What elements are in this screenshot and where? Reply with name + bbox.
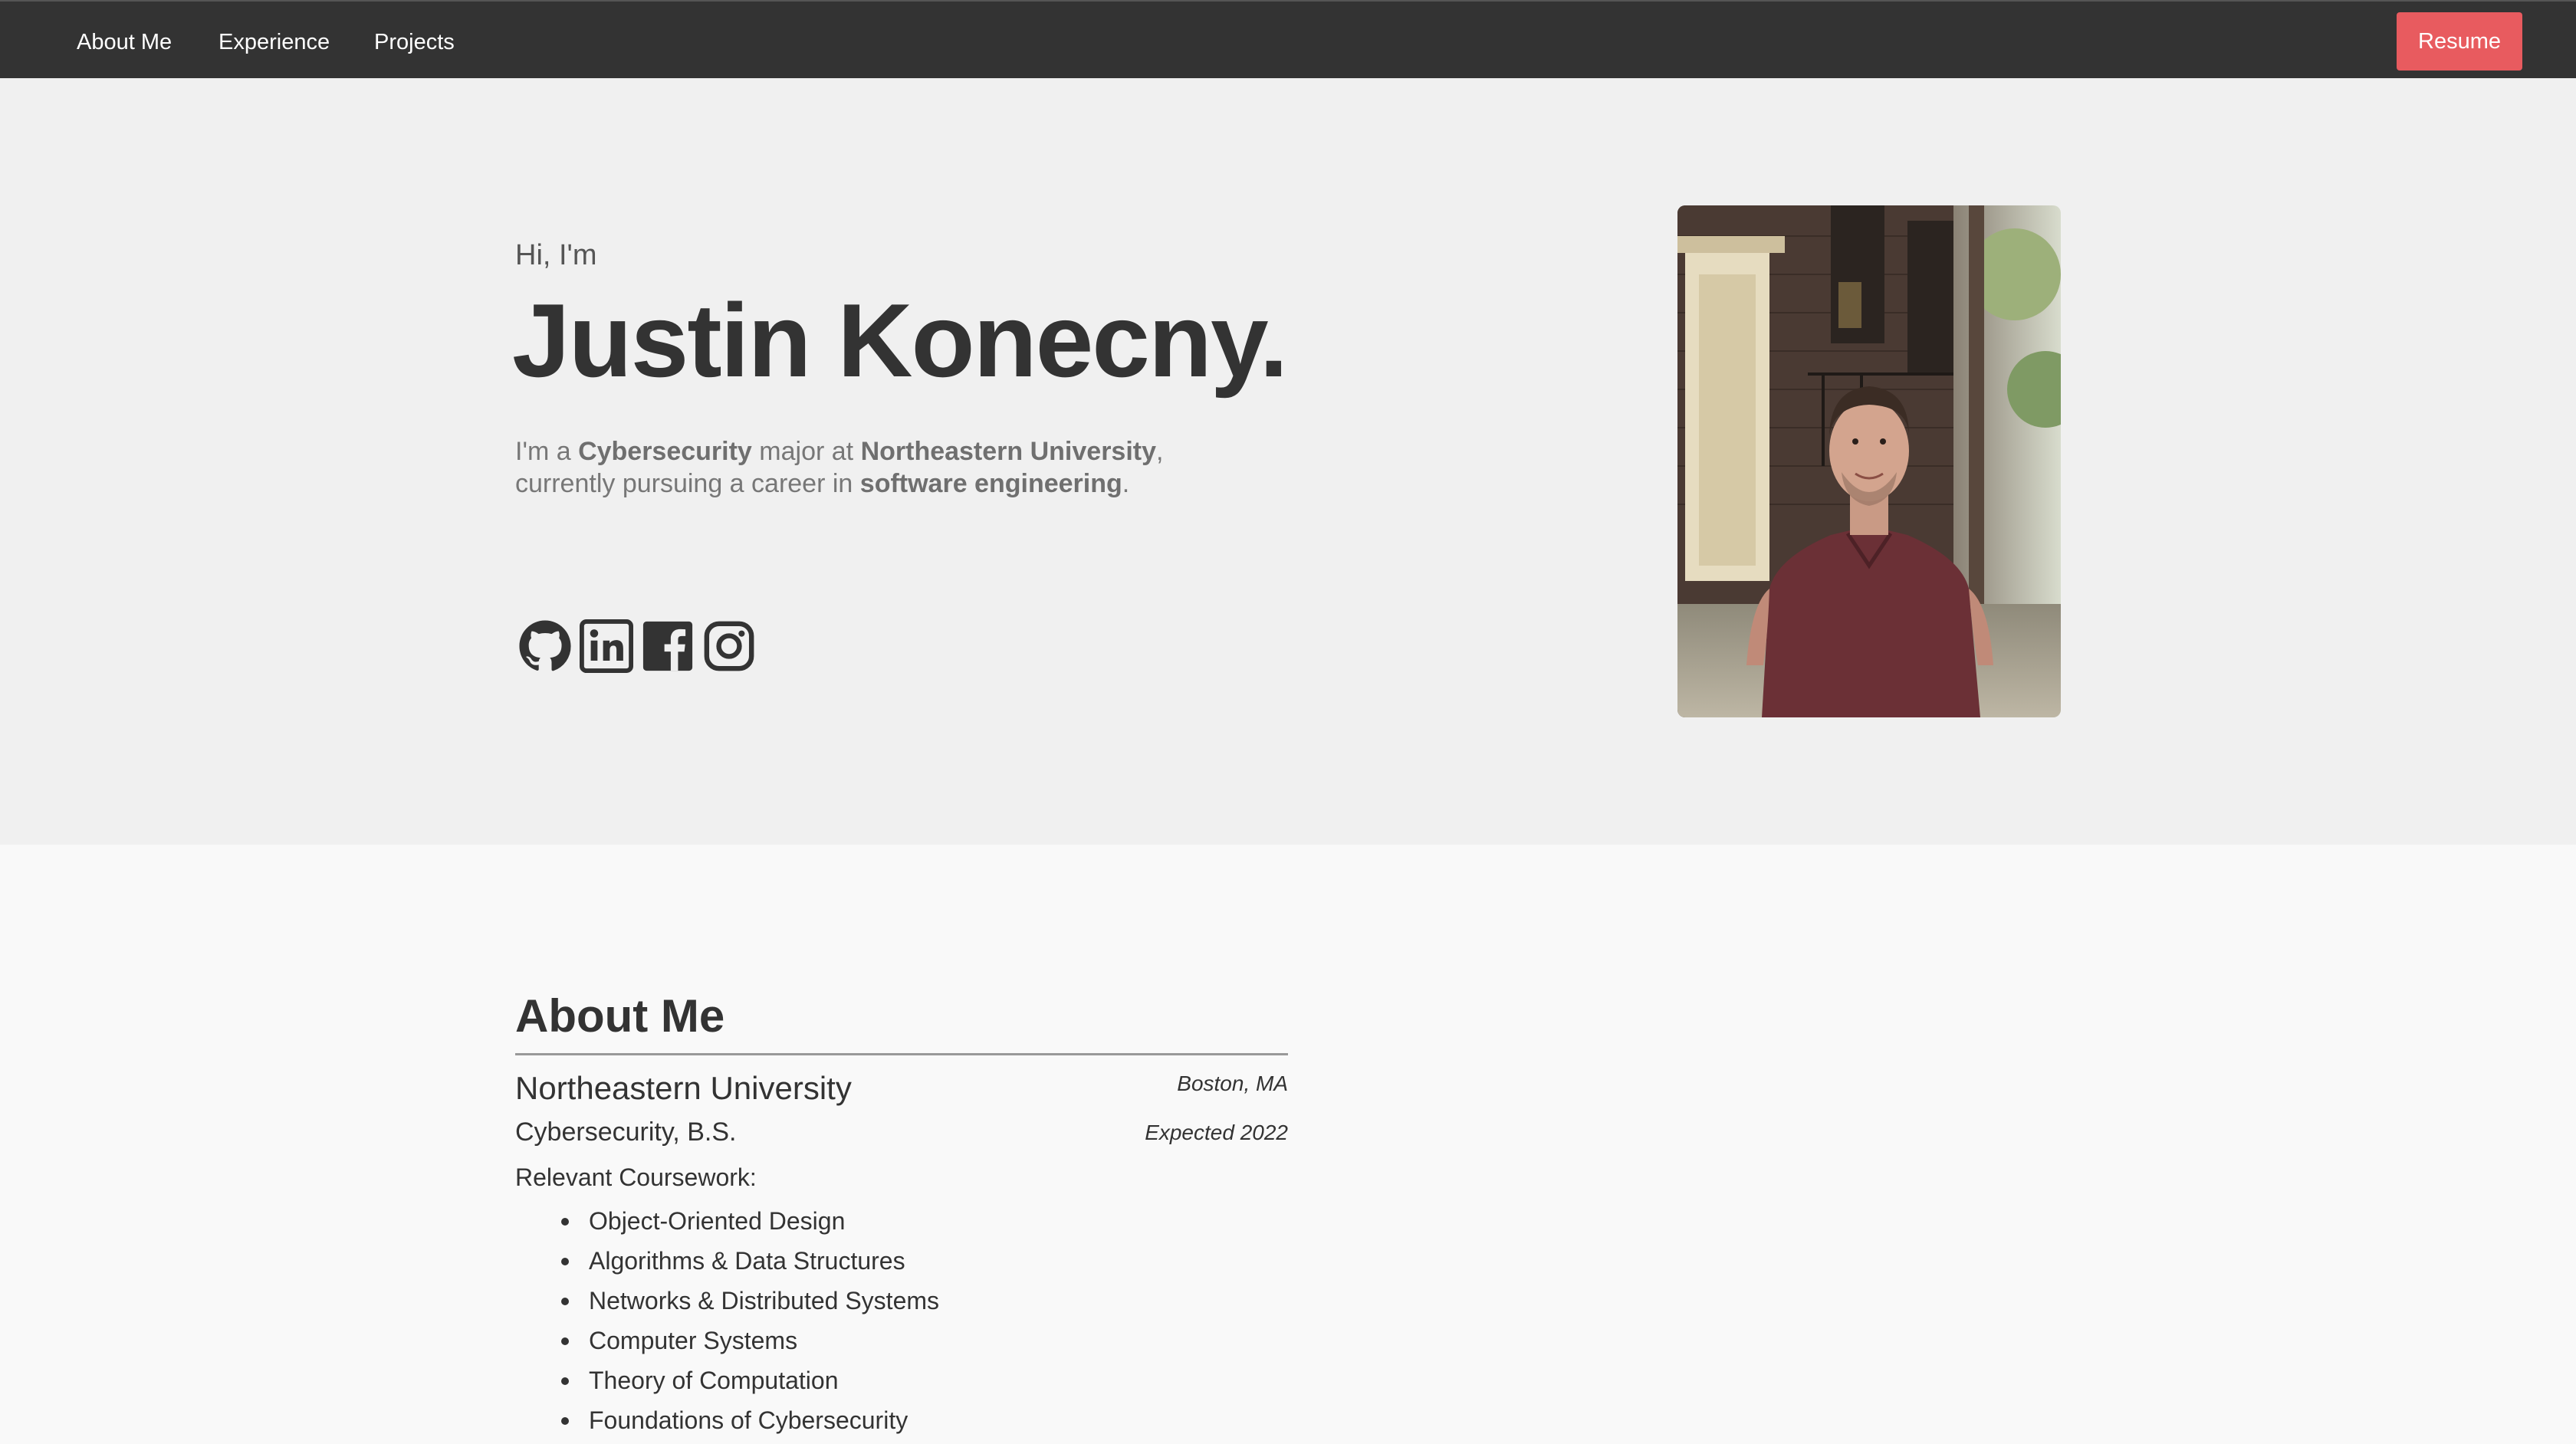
list-item: Object-Oriented Design (515, 1205, 939, 1245)
hero-section: Hi, I'm Justin Konecny. I'm a Cybersecur… (0, 78, 2576, 845)
intro-text: , (1156, 437, 1164, 466)
intro-text: I'm a (515, 437, 579, 466)
facebook-icon[interactable] (641, 619, 695, 673)
about-me-heading: About Me (515, 990, 725, 1042)
nav-experience[interactable]: Experience (219, 29, 330, 55)
intro-text: major at (751, 437, 861, 466)
graduation-date: Expected 2022 (1145, 1121, 1288, 1144)
intro-text: currently pursuing a career in (515, 469, 860, 498)
instagram-icon[interactable] (702, 619, 756, 673)
list-item: Algorithms & Data Structures (515, 1245, 939, 1285)
coursework-label: Relevant Coursework: (515, 1163, 757, 1191)
hero-greeting: Hi, I'm (515, 239, 597, 271)
section-divider (515, 1053, 1288, 1055)
intro-career: software engineering (859, 469, 1122, 498)
linkedin-icon[interactable] (580, 619, 633, 673)
school-location: Boston, MA (1177, 1072, 1288, 1095)
hero-intro: I'm a Cybersecurity major at Northeaster… (515, 435, 1221, 500)
top-navbar: About Me Experience Projects Resume (0, 0, 2576, 78)
list-item: Computer Systems (515, 1324, 939, 1364)
intro-school: Northeastern University (860, 437, 1157, 466)
nav-about-me[interactable]: About Me (77, 29, 172, 55)
degree: Cybersecurity, B.S. (515, 1117, 737, 1147)
intro-text: . (1122, 469, 1130, 498)
resume-button[interactable]: Resume (2397, 12, 2522, 71)
list-item: Theory of Computation (515, 1364, 939, 1404)
portrait-photo (1677, 205, 2061, 717)
coursework-list: Object-Oriented Design Algorithms & Data… (515, 1205, 939, 1444)
nav-projects[interactable]: Projects (374, 29, 455, 55)
github-icon[interactable] (518, 619, 572, 673)
intro-major: Cybersecurity (578, 437, 752, 466)
list-item: Networks & Distributed Systems (515, 1285, 939, 1324)
school-name: Northeastern University (515, 1070, 852, 1106)
hero-name: Justin Konecny. (512, 282, 1288, 399)
list-item: Foundations of Cybersecurity (515, 1404, 939, 1444)
